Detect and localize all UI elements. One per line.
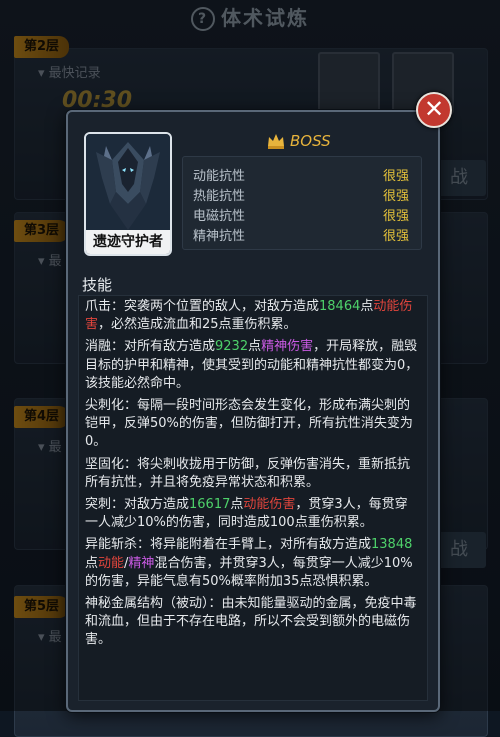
- skills-panel[interactable]: 爪击：突袭两个位置的敌人，对敌方造成18464点动能伤害，必然造成流血和25点重…: [78, 295, 428, 701]
- resistance-row: 精神抗性 很强: [193, 225, 409, 245]
- skill-text: 点: [230, 497, 244, 513]
- resistance-value: 很强: [382, 189, 409, 204]
- skill-text: 精神: [128, 555, 155, 571]
- resistance-name: 动能抗性: [193, 169, 246, 184]
- skill-text: 突刺：对敌方造成: [85, 497, 190, 513]
- skill-text: 坚固化：将尖刺收拢用于防御，反弹伤害消失，重新抵抗所有抗性，并且将免疫异常状态和…: [85, 456, 411, 490]
- skills-list: 爪击：突袭两个位置的敌人，对敌方造成18464点动能伤害，必然造成流血和25点重…: [85, 298, 419, 654]
- skill-text: 尖刺化：每隔一段时间形态会发生变化，形成布满尖刺的铠甲，反弹50%的伤害，但防御…: [85, 398, 413, 450]
- skill-description: 突刺：对敌方造成16617点动能伤害，贯穿3人，每贯穿一人减少10%的伤害，同时…: [85, 496, 419, 532]
- resistance-panel: 动能抗性 很强 热能抗性 很强 电磁抗性 很强 精神抗性 很强: [182, 156, 422, 250]
- skill-description: 尖刺化：每隔一段时间形态会发生变化，形成布满尖刺的铠甲，反弹50%的伤害，但防御…: [85, 397, 419, 452]
- resistance-name: 电磁抗性: [193, 209, 246, 224]
- skill-text: ，必然造成流血和25点重伤积累。: [98, 317, 297, 333]
- skill-text: 13848: [371, 537, 413, 553]
- skill-text: 异能斩杀：将异能附着在手臂上，对所有敌方造成: [85, 537, 372, 553]
- skill-text: 点: [248, 339, 262, 355]
- skill-text: 动能伤害: [243, 497, 296, 513]
- boss-figure-image: [86, 134, 170, 230]
- skills-heading: 技能: [82, 276, 113, 294]
- skill-text: 动能: [98, 555, 125, 571]
- boss-name: 遗迹守护者: [86, 230, 170, 254]
- resistance-value: 很强: [382, 229, 409, 244]
- skill-text: 消融：对所有敌方造成: [85, 339, 216, 355]
- boss-header: BOSS: [266, 130, 331, 152]
- resistance-row: 动能抗性 很强: [193, 165, 409, 185]
- resistance-value: 很强: [382, 209, 409, 224]
- skill-text: 精神伤害: [261, 339, 314, 355]
- resistance-row: 电磁抗性 很强: [193, 205, 409, 225]
- boss-portrait: 遗迹守护者: [84, 132, 172, 256]
- resistance-name: 精神抗性: [193, 229, 246, 244]
- crown-icon: [268, 134, 284, 149]
- boss-info-dialog: 遗迹守护者 BOSS 动能抗性 很强 热能抗性 很强 电磁抗性 很强 精神抗性 …: [66, 110, 440, 712]
- skill-description: 消融：对所有敌方造成9232点精神伤害，开局释放，融毁目标的护甲和精神，使其受到…: [85, 338, 419, 393]
- close-button[interactable]: ✕: [416, 92, 452, 128]
- skill-text: 神秘金属结构（被动）：由未知能量驱动的金属，免疫中毒和流血，但由于不存在电路，所…: [85, 596, 417, 648]
- skill-description: 爪击：突袭两个位置的敌人，对敌方造成18464点动能伤害，必然造成流血和25点重…: [85, 298, 419, 334]
- skill-description: 坚固化：将尖刺收拢用于防御，反弹伤害消失，重新抵抗所有抗性，并且将免疫异常状态和…: [85, 456, 419, 492]
- skill-description: 神秘金属结构（被动）：由未知能量驱动的金属，免疫中毒和流血，但由于不存在电路，所…: [85, 595, 419, 650]
- skill-text: 16617: [189, 497, 231, 513]
- skill-text: 18464: [319, 299, 361, 314]
- boss-label: BOSS: [290, 132, 331, 150]
- resistance-row: 热能抗性 很强: [193, 185, 409, 205]
- resistance-name: 热能抗性: [193, 189, 246, 204]
- skill-text: 点: [85, 555, 99, 571]
- skill-text: 爪击：突袭两个位置的敌人，对敌方造成: [85, 299, 320, 314]
- skill-text: 9232: [215, 339, 249, 355]
- skill-text: 点: [360, 299, 374, 314]
- resistance-value: 很强: [382, 169, 409, 184]
- skill-description: 异能斩杀：将异能附着在手臂上，对所有敌方造成13848点动能/精神混合伤害，并贯…: [85, 536, 419, 591]
